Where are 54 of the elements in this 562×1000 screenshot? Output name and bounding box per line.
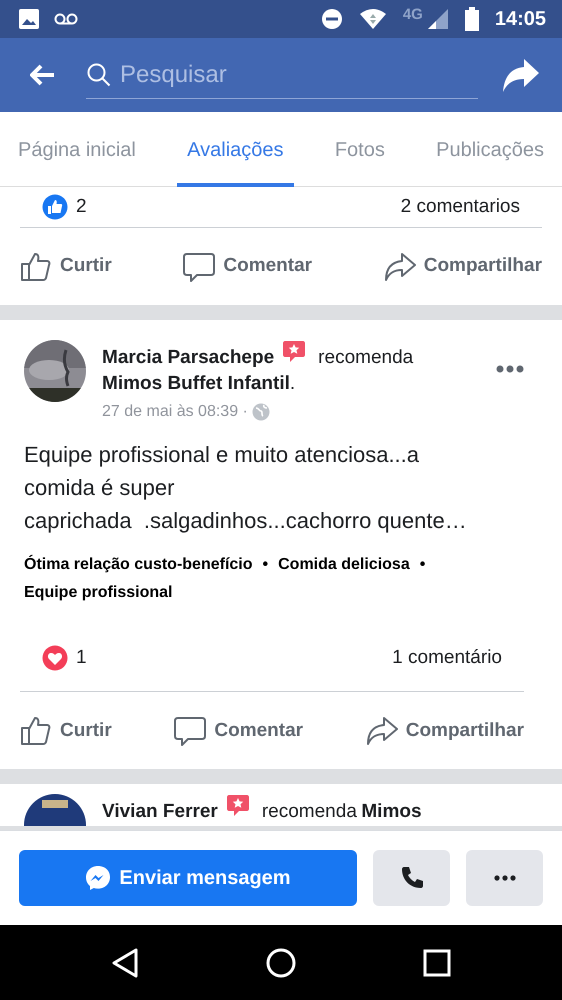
do-not-disturb-icon: [320, 8, 343, 30]
tab[interactable]: Publicações: [426, 112, 554, 187]
back-icon[interactable]: [111, 948, 140, 978]
battery-icon: [464, 7, 479, 31]
page-name: Mimos: [361, 801, 422, 822]
tag-label: Comida deliciosa: [278, 555, 410, 576]
share-arrow-icon: [366, 714, 398, 747]
share-icon[interactable]: [502, 57, 540, 93]
action-button[interactable]: Compartilhar: [366, 714, 524, 747]
back-arrow-icon[interactable]: [30, 64, 56, 86]
voicemail-icon: [54, 12, 78, 26]
signal-icon: [426, 8, 449, 30]
action-button[interactable]: Compartilhar: [384, 250, 542, 282]
more-icon: [494, 875, 516, 881]
search-placeholder: Pesquisar: [120, 60, 227, 90]
author-name[interactable]: Vivian Ferrer: [102, 801, 218, 822]
image-icon: [18, 8, 40, 30]
message-button[interactable]: Enviar mensagem: [19, 850, 357, 906]
post-time: 27 de mai às 08:39 ·: [102, 402, 248, 422]
thumbs-up-icon: [20, 714, 52, 747]
action-button[interactable]: Comentar: [174, 714, 304, 747]
tab[interactable]: Fotos: [324, 112, 395, 187]
review-badge-icon: [282, 340, 306, 364]
reaction-count: 2: [76, 194, 87, 219]
comment-count[interactable]: 1 comentário: [392, 644, 502, 673]
comment-icon: [174, 714, 206, 747]
network-label: 4G: [402, 4, 423, 25]
comment-count[interactable]: 2 comentarios: [400, 192, 520, 222]
action-button[interactable]: Curtir: [20, 250, 112, 282]
search-icon: [86, 62, 112, 88]
action-button[interactable]: Curtir: [20, 714, 112, 747]
page-name: Mimos Buffet Infantil.: [102, 372, 296, 394]
globe-icon: [252, 403, 270, 422]
recommends-text: recomenda: [318, 347, 414, 368]
comment-icon: [183, 250, 216, 282]
author-name[interactable]: Marcia Parsachepe: [102, 347, 274, 368]
action-button[interactable]: Comentar: [183, 250, 312, 282]
review-badge-icon: [226, 794, 250, 818]
share-arrow-icon: [384, 250, 416, 282]
thumbs-up-icon: [20, 250, 52, 282]
recommends-text: recomenda: [262, 801, 357, 822]
clock-time: 14:05: [494, 7, 546, 32]
tab[interactable]: Página inicial: [8, 112, 146, 187]
messenger-icon: [85, 865, 112, 891]
bullet-separator: •: [262, 555, 268, 576]
recents-icon[interactable]: [422, 948, 451, 976]
review-text: Equipe profissional e muito atenciosa...a comida é super caprichada .salgadinhos...cachorro quente…: [24, 441, 468, 536]
wifi-icon: [358, 8, 387, 30]
tag-label: Ótima relação custo-benefício: [24, 554, 253, 576]
reaction-count: 1: [76, 646, 87, 670]
bullet-separator: •: [420, 555, 426, 576]
tag-label: Equipe profissional: [24, 583, 172, 604]
home-icon[interactable]: [266, 948, 296, 978]
call-button[interactable]: [373, 850, 450, 906]
